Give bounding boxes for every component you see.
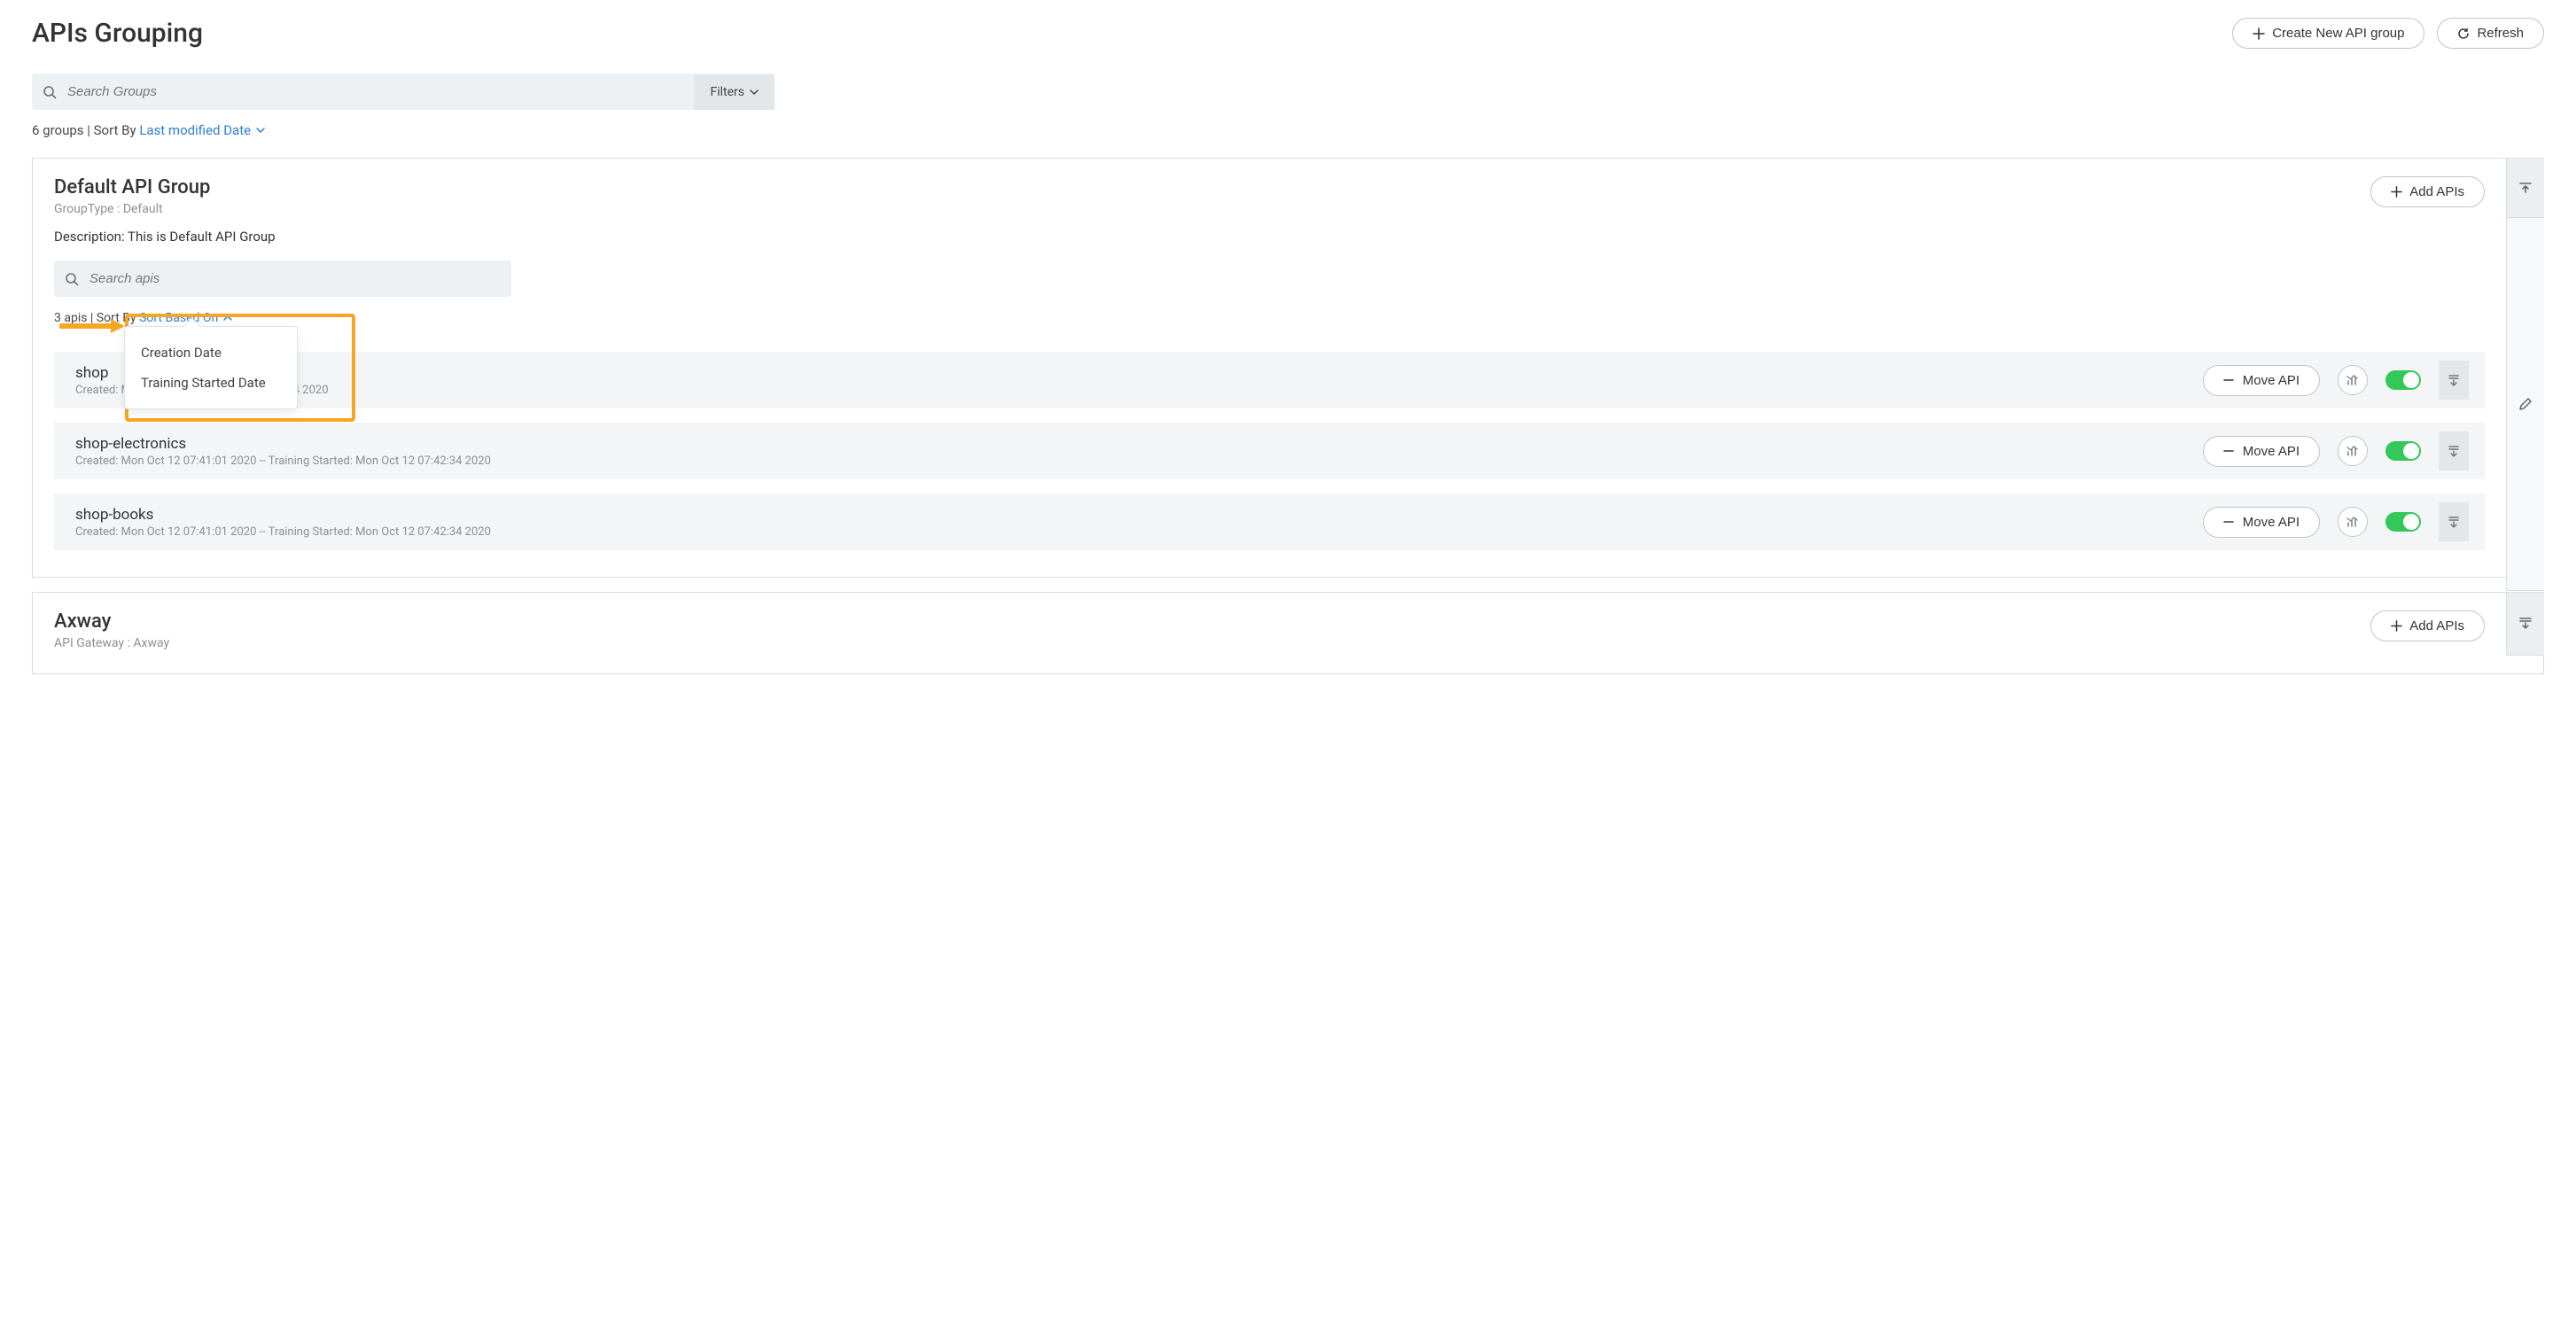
search-groups-input[interactable] [67, 74, 694, 110]
group-card-axway: Axway API Gateway : Axway Add APIs [32, 592, 2544, 674]
expand-api-button[interactable] [2439, 361, 2469, 400]
group-subtitle: API Gateway : Axway [54, 636, 169, 650]
api-name: shop-electronics [75, 435, 491, 453]
expand-down-icon [2447, 515, 2461, 529]
group-title: Default API Group [54, 176, 276, 198]
move-api-label: Move API [2243, 373, 2300, 388]
expand-api-button[interactable] [2439, 431, 2469, 470]
api-enable-toggle[interactable] [2385, 370, 2421, 390]
annotation-arrow-icon [59, 316, 130, 336]
api-row-shop-electronics: shop-electronics Created: Mon Oct 12 07:… [54, 423, 2485, 479]
plus-icon [2391, 186, 2402, 198]
search-icon [32, 85, 67, 99]
api-enable-toggle[interactable] [2385, 512, 2421, 532]
api-row-shop: shop Created: Mo g Started: Mon Oct 12 0… [54, 352, 2485, 408]
move-api-label: Move API [2243, 444, 2300, 459]
filters-button[interactable]: Filters [694, 74, 774, 110]
analytics-button[interactable] [2338, 436, 2368, 466]
chart-icon [2346, 515, 2360, 529]
apis-sort-label: Sort Based On [139, 311, 218, 325]
apis-count-row: 3 apis | Sort By Sort Based On [54, 311, 2522, 325]
chart-icon [2346, 373, 2360, 387]
sort-dropdown: Creation Date Training Started Date [124, 326, 298, 409]
add-apis-button[interactable]: Add APIs [2370, 610, 2485, 641]
groups-sort-label: Last modified Date [139, 122, 251, 138]
minus-icon [2223, 375, 2234, 385]
create-api-group-label: Create New API group [2272, 26, 2404, 41]
expand-api-button[interactable] [2439, 502, 2469, 541]
api-meta: Created: Mon Oct 12 07:41:01 2020 -- Tra… [75, 455, 491, 468]
filters-label: Filters [710, 85, 744, 99]
collapse-up-icon [2518, 180, 2533, 196]
api-enable-toggle[interactable] [2385, 441, 2421, 461]
sort-option-training-started-date[interactable]: Training Started Date [125, 368, 297, 398]
refresh-label: Refresh [2477, 26, 2524, 41]
group-card-default: Default API Group GroupType : Default De… [32, 158, 2544, 578]
chevron-down-icon [750, 88, 759, 97]
group-description: Description: This is Default API Group [54, 229, 276, 245]
collapse-group-button[interactable] [2507, 159, 2544, 218]
minus-icon [2223, 446, 2234, 456]
groups-sort-link[interactable]: Last modified Date [139, 122, 265, 138]
add-apis-label: Add APIs [2409, 618, 2464, 633]
move-api-button[interactable]: Move API [2203, 507, 2320, 538]
sort-option-creation-date[interactable]: Creation Date [125, 338, 297, 368]
group-title: Axway [54, 610, 169, 633]
api-name: shop-books [75, 506, 491, 524]
search-apis-bar [54, 260, 511, 297]
page-title: APIs Grouping [32, 18, 203, 49]
analytics-button[interactable] [2338, 365, 2368, 395]
pencil-icon [2518, 396, 2533, 412]
minus-icon [2223, 517, 2234, 527]
chevron-down-icon [256, 126, 265, 135]
move-api-button[interactable]: Move API [2203, 436, 2320, 467]
edit-group-button[interactable] [2507, 218, 2544, 591]
api-meta: Created: Mon Oct 12 07:41:01 2020 -- Tra… [75, 525, 491, 539]
groups-count-text: 6 groups | Sort By [32, 122, 136, 138]
add-apis-label: Add APIs [2409, 184, 2464, 199]
expand-group-button[interactable] [2507, 593, 2544, 656]
refresh-button[interactable]: Refresh [2437, 18, 2544, 49]
add-apis-button[interactable]: Add APIs [2370, 176, 2485, 207]
expand-down-icon [2447, 373, 2461, 387]
plus-icon [2391, 620, 2402, 632]
plus-icon [2253, 27, 2265, 40]
group-subtitle: GroupType : Default [54, 202, 276, 216]
create-api-group-button[interactable]: Create New API group [2232, 18, 2424, 49]
groups-count-row: 6 groups | Sort By Last modified Date [32, 122, 2544, 138]
api-row-shop-books: shop-books Created: Mon Oct 12 07:41:01 … [54, 493, 2485, 550]
expand-down-icon [2518, 616, 2533, 632]
chart-icon [2346, 444, 2360, 458]
search-icon [54, 272, 89, 286]
move-api-label: Move API [2243, 515, 2300, 530]
search-groups-bar: Filters [32, 74, 774, 110]
chevron-up-icon [223, 314, 232, 322]
move-api-button[interactable]: Move API [2203, 365, 2320, 396]
search-apis-input[interactable] [89, 260, 511, 297]
analytics-button[interactable] [2338, 507, 2368, 537]
refresh-icon [2457, 27, 2470, 40]
expand-down-icon [2447, 444, 2461, 458]
